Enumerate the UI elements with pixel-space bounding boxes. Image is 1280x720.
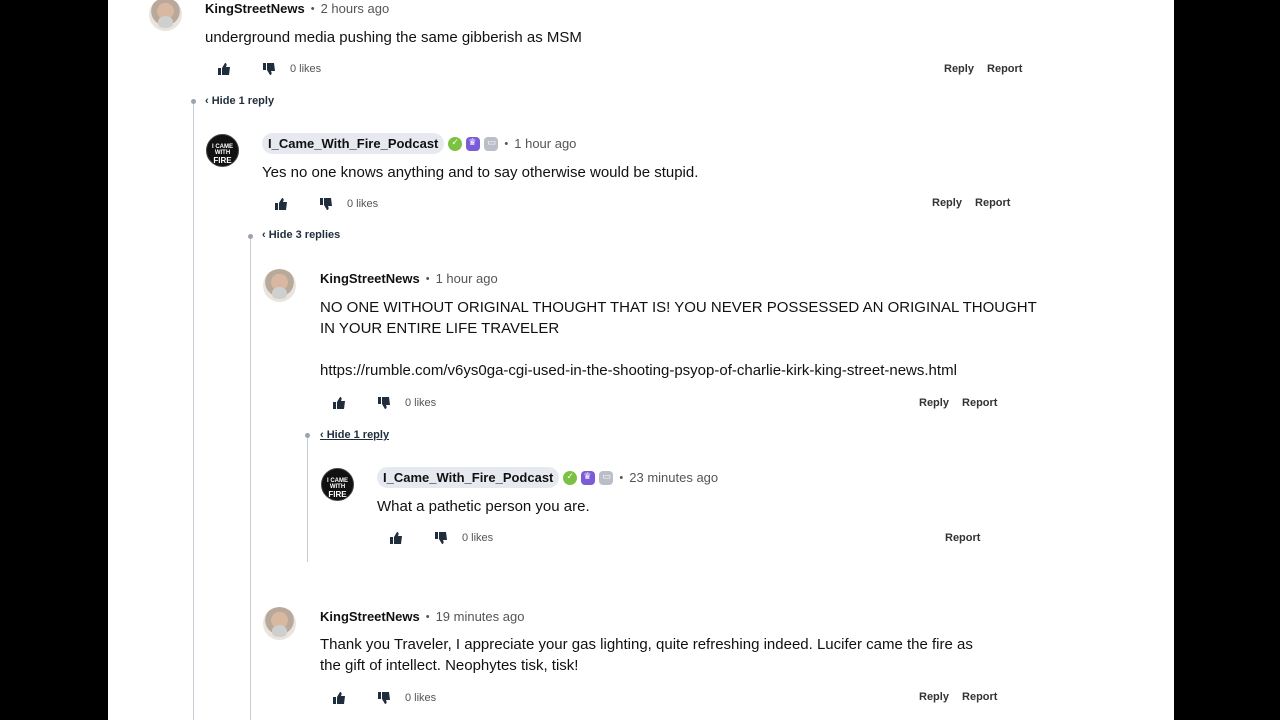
- separator-dot: •: [504, 137, 509, 150]
- separator-dot: •: [425, 272, 430, 285]
- avatar-text: FIRE: [328, 490, 347, 499]
- reply-button[interactable]: Reply: [944, 63, 974, 75]
- timestamp: 23 minutes ago: [629, 470, 719, 485]
- avatar-text: I CAME WITH: [212, 144, 233, 156]
- username[interactable]: KingStreetNews: [320, 609, 420, 624]
- separator-dot: •: [425, 610, 430, 623]
- like-count: 0 likes: [462, 532, 494, 544]
- comment-text-line: the gift of intellect. Neophytes tisk, t…: [320, 657, 579, 674]
- comment-right-actions: Reply Report: [909, 691, 997, 703]
- comment-actions: 0 likes: [332, 396, 436, 410]
- thumbs-down-icon[interactable]: [434, 531, 448, 545]
- thumbs-up-icon[interactable]: [217, 62, 231, 76]
- verified-badge-icon: [448, 136, 463, 151]
- avatar[interactable]: [263, 607, 296, 640]
- comment-text: underground media pushing the same gibbe…: [205, 29, 582, 46]
- comment-text: Thank you Traveler, I appreciate your ga…: [320, 634, 973, 676]
- thread-dot: [191, 99, 196, 104]
- comment-header: KingStreetNews • 19 minutes ago: [320, 609, 524, 624]
- comment-text: NO ONE WITHOUT ORIGINAL THOUGHT THAT IS!…: [320, 297, 1037, 381]
- separator-dot: •: [619, 471, 624, 484]
- comment-text: What a pathetic person you are.: [377, 498, 590, 515]
- avatar[interactable]: [263, 269, 296, 302]
- like-count: 0 likes: [405, 397, 437, 409]
- premium-crown-icon: [581, 470, 596, 485]
- separator-dot: •: [310, 2, 315, 15]
- comment-header: I_Came_With_Fire_Podcast • 1 hour ago: [262, 133, 576, 154]
- thumbs-down-icon[interactable]: [377, 396, 391, 410]
- comment-actions: 0 likes: [332, 691, 436, 705]
- comment-text: Yes no one knows anything and to say oth…: [262, 164, 699, 181]
- avatar-text: I CAME WITH: [327, 478, 348, 490]
- timestamp: 1 hour ago: [514, 136, 577, 151]
- report-button[interactable]: Report: [975, 197, 1010, 209]
- comment-header: I_Came_With_Fire_Podcast • 23 minutes ag…: [377, 467, 718, 488]
- thumbs-up-icon[interactable]: [389, 531, 403, 545]
- verified-badge-icon: [563, 470, 578, 485]
- comment-link[interactable]: https://rumble.com/v6ys0ga-cgi-used-in-t…: [320, 360, 1037, 381]
- premium-crown-icon: [466, 136, 481, 151]
- thread-line: [307, 437, 308, 562]
- reply-button[interactable]: Reply: [919, 691, 949, 703]
- thumbs-up-icon[interactable]: [274, 197, 288, 211]
- thumbs-up-icon[interactable]: [332, 396, 346, 410]
- comment-right-actions: Report: [935, 532, 980, 544]
- thumbs-down-icon[interactable]: [377, 691, 391, 705]
- reply-button[interactable]: Reply: [932, 197, 962, 209]
- avatar[interactable]: [149, 0, 182, 31]
- timestamp: 19 minutes ago: [435, 609, 525, 624]
- report-button[interactable]: Report: [962, 691, 997, 703]
- reply-button[interactable]: Reply: [919, 397, 949, 409]
- media-badge-icon: [484, 136, 499, 151]
- username[interactable]: KingStreetNews: [320, 271, 420, 286]
- username[interactable]: I_Came_With_Fire_Podcast: [377, 467, 560, 488]
- comment-actions: 0 likes: [389, 531, 493, 545]
- hide-replies-toggle[interactable]: ‹ Hide 3 replies: [262, 229, 340, 241]
- comment-text-line: NO ONE WITHOUT ORIGINAL THOUGHT THAT IS!…: [320, 299, 1037, 316]
- report-button[interactable]: Report: [987, 63, 1022, 75]
- like-count: 0 likes: [405, 692, 437, 704]
- thread-line: [193, 103, 194, 720]
- comment-right-actions: Reply Report: [934, 63, 1022, 75]
- comment-text-line: Thank you Traveler, I appreciate your ga…: [320, 636, 973, 653]
- like-count: 0 likes: [347, 198, 379, 210]
- comment-actions: 0 likes: [274, 197, 378, 211]
- comment-right-actions: Reply Report: [922, 197, 1010, 209]
- timestamp: 2 hours ago: [320, 1, 390, 16]
- media-badge-icon: [599, 470, 614, 485]
- avatar-text: FIRE: [213, 156, 232, 165]
- comment-header: KingStreetNews • 1 hour ago: [320, 271, 498, 286]
- comment-header: KingStreetNews • 2 hours ago: [205, 1, 389, 16]
- thumbs-down-icon[interactable]: [319, 197, 333, 211]
- report-button[interactable]: Report: [962, 397, 997, 409]
- comment-text-line: IN YOUR ENTIRE LIFE TRAVELER: [320, 320, 560, 337]
- hide-replies-toggle[interactable]: ‹ Hide 1 reply: [205, 95, 274, 107]
- timestamp: 1 hour ago: [435, 271, 498, 286]
- thread-dot: [248, 234, 253, 239]
- thread-line: [250, 238, 251, 720]
- thumbs-down-icon[interactable]: [262, 62, 276, 76]
- avatar[interactable]: I CAME WITH FIRE: [206, 134, 239, 167]
- report-button[interactable]: Report: [945, 532, 980, 544]
- comment-right-actions: Reply Report: [909, 397, 997, 409]
- like-count: 0 likes: [290, 63, 322, 75]
- comment-actions: 0 likes: [217, 62, 321, 76]
- username[interactable]: KingStreetNews: [205, 1, 305, 16]
- thread-dot: [305, 433, 310, 438]
- avatar[interactable]: I CAME WITH FIRE: [321, 468, 354, 501]
- thumbs-up-icon[interactable]: [332, 691, 346, 705]
- comments-panel: KingStreetNews • 2 hours ago underground…: [108, 0, 1174, 720]
- username[interactable]: I_Came_With_Fire_Podcast: [262, 133, 445, 154]
- hide-replies-toggle[interactable]: ‹ Hide 1 reply: [320, 429, 389, 441]
